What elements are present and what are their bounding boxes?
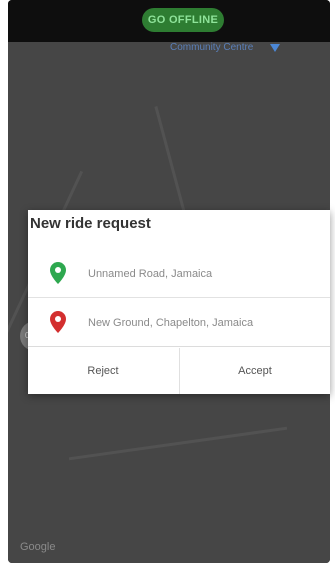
dropoff-row: New Ground, Chapelton, Jamaica <box>28 303 330 347</box>
go-offline-button[interactable]: GO OFFLINE <box>142 8 224 32</box>
dialog-title: New ride request <box>30 215 151 232</box>
dialog-actions: Reject Accept <box>28 348 330 394</box>
map-road <box>68 426 288 461</box>
top-bar: GO OFFLINE <box>8 0 330 42</box>
map-marker-icon <box>270 44 280 52</box>
red-location-pin-icon <box>50 311 66 333</box>
reject-button[interactable]: Reject <box>28 348 178 394</box>
pickup-address: Unnamed Road, Jamaica <box>88 268 213 280</box>
accept-button[interactable]: Accept <box>179 348 330 394</box>
map-logo: Google <box>20 541 56 553</box>
ride-request-dialog: New ride request Unnamed Road, Jamaica N… <box>28 210 330 394</box>
map-place-label: Community Centre <box>170 42 254 53</box>
green-location-pin-icon <box>50 262 66 284</box>
dropoff-address: New Ground, Chapelton, Jamaica <box>88 317 254 329</box>
pickup-row: Unnamed Road, Jamaica <box>28 254 330 298</box>
